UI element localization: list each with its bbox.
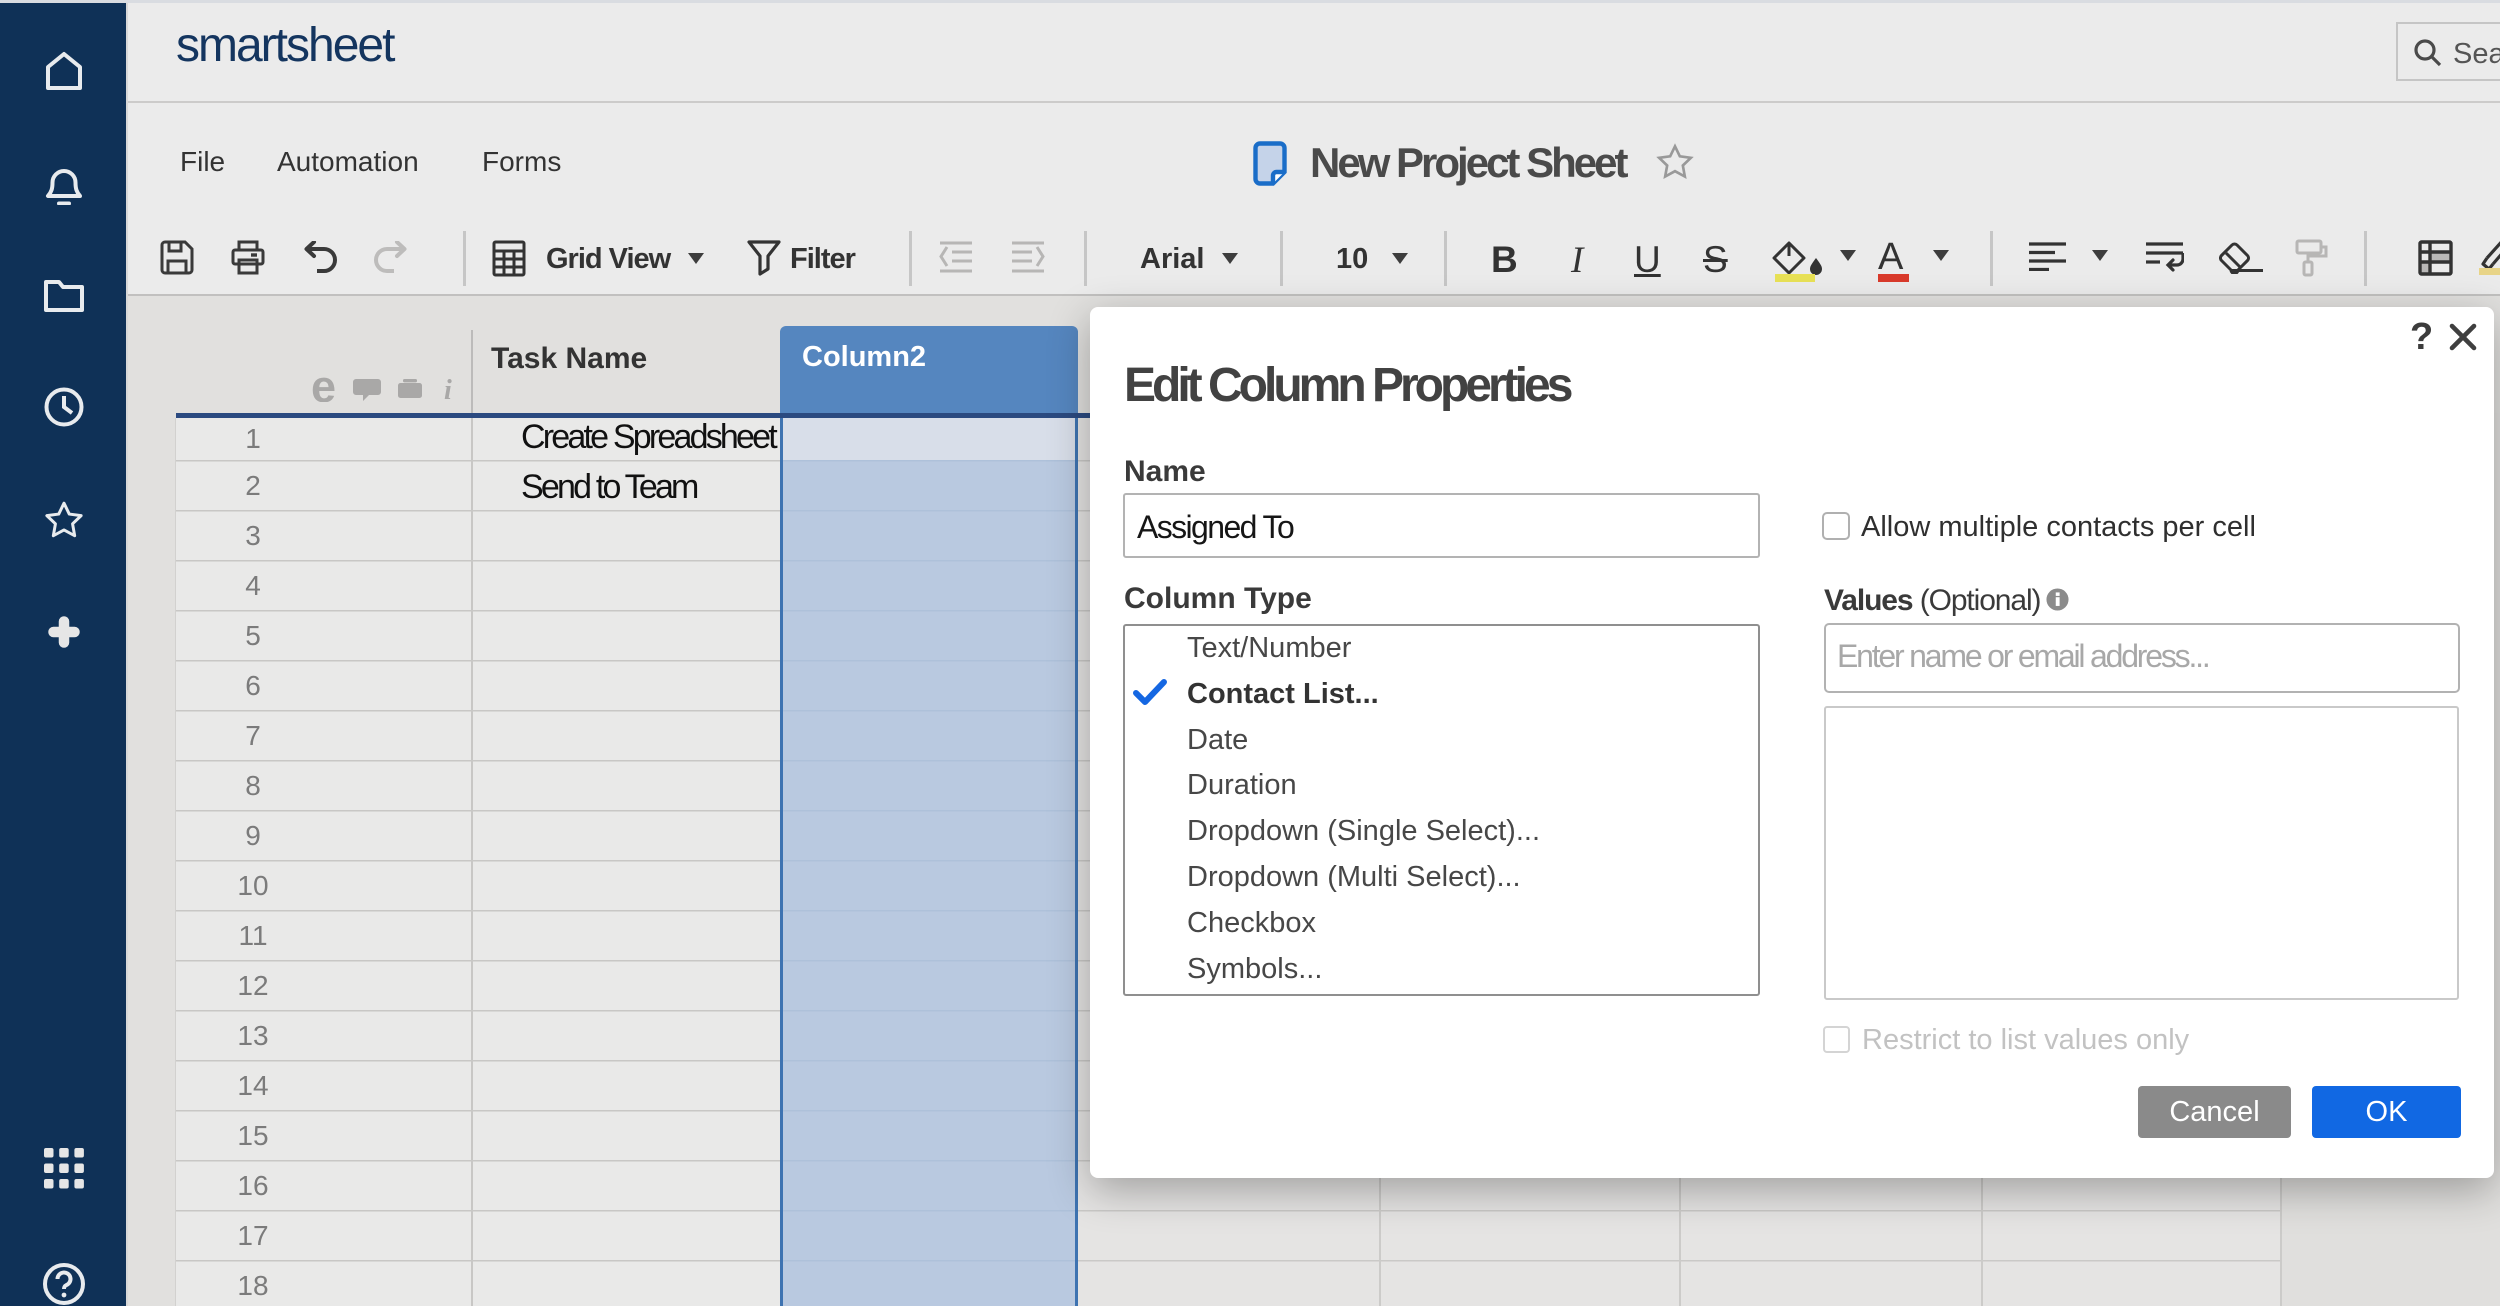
svg-text:e: e (311, 376, 336, 402)
svg-text:i: i (444, 376, 452, 402)
